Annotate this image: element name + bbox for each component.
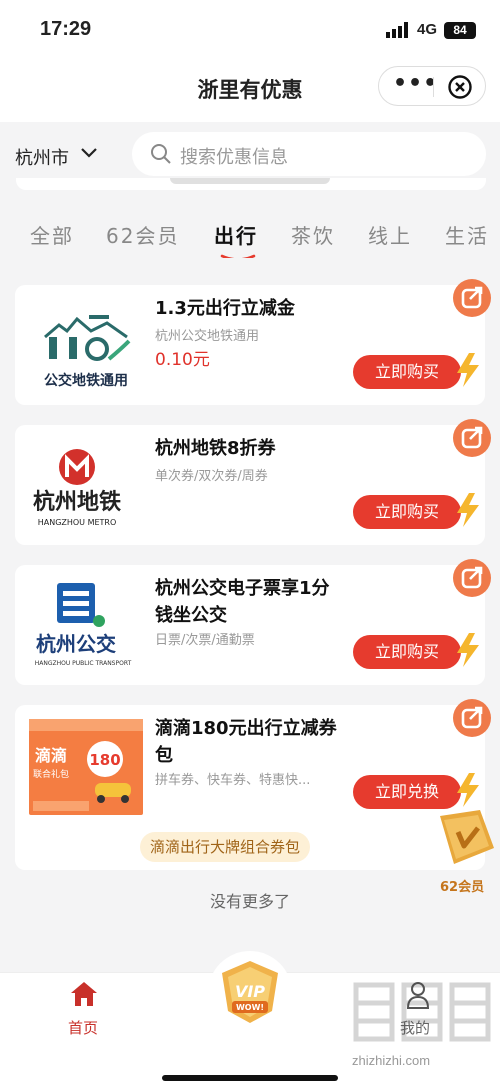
svg-text:180: 180: [89, 751, 120, 769]
no-more-text: 没有更多了: [209, 892, 290, 911]
category-tabs: 全部 62会员 出行 茶饮 线上 生活: [0, 208, 500, 258]
mini-program-capsule: •••: [378, 66, 486, 106]
tab-tea[interactable]: 茶饮: [291, 220, 335, 249]
search-placeholder: 搜索优惠信息: [180, 147, 288, 168]
search-icon: [151, 144, 171, 164]
lightning-icon: [457, 773, 479, 807]
city-selector[interactable]: 杭州市: [15, 144, 69, 170]
watermark-text: zhizhizhi.com: [352, 1053, 431, 1068]
redeem-now-button[interactable]: 立即兑换: [353, 775, 461, 809]
tab-62-member[interactable]: 62会员: [106, 220, 179, 249]
svg-text:HANGZHOU METRO: HANGZHOU METRO: [38, 518, 117, 527]
product-desc: 拼车券、快车券、特惠快...: [155, 773, 311, 788]
tab-online[interactable]: 线上: [368, 220, 412, 249]
network-label: 4G: [417, 21, 438, 38]
share-icon[interactable]: [452, 698, 492, 738]
svg-text:VIP: VIP: [235, 982, 265, 1001]
svg-text:杭州公交: 杭州公交: [36, 632, 116, 656]
bus-metro-logo: 公交地铁通用: [44, 315, 131, 389]
status-bar: 17:29 4G 84: [0, 0, 500, 62]
member-badge-icon[interactable]: [432, 808, 496, 868]
capsule-divider: [433, 77, 434, 97]
lightning-icon: [457, 353, 479, 387]
lightning-icon: [457, 493, 479, 527]
tab-life[interactable]: 生活: [445, 220, 489, 249]
more-icon[interactable]: •••: [393, 69, 437, 103]
product-card[interactable]: 杭州公交 HANGZHOU PUBLIC TRANSPORT 杭州公交电子票享1…: [15, 565, 485, 685]
coupon-bundle-tag: 滴滴出行大牌组合券包: [140, 832, 311, 862]
product-card[interactable]: 公交地铁通用 1.3元出行立减金 杭州公交地铁通用 0.10元 立即购买: [15, 285, 485, 405]
active-tab-indicator: [220, 254, 256, 258]
chevron-down-icon[interactable]: [80, 146, 98, 160]
hangzhou-bus-logo: 杭州公交 HANGZHOU PUBLIC TRANSPORT: [35, 583, 132, 667]
hangzhou-metro-logo: 杭州地铁 HANGZHOU METRO: [33, 449, 121, 527]
tab-all[interactable]: 全部: [30, 220, 74, 249]
home-indicator: [162, 1075, 338, 1081]
product-price: 0.10元: [155, 350, 210, 370]
close-icon[interactable]: [447, 74, 473, 100]
tab-home[interactable]: 首页: [68, 1017, 98, 1038]
home-icon[interactable]: [70, 981, 98, 1007]
svg-text:WOW!: WOW!: [236, 1003, 264, 1012]
nav-bar: 浙里有优惠 •••: [0, 62, 500, 122]
product-desc: 杭州公交地铁通用: [155, 329, 260, 344]
vip-icon[interactable]: VIP WOW!: [218, 959, 282, 1025]
battery-icon: 84: [444, 22, 476, 39]
product-name: 滴滴180元出行立减券包: [155, 718, 337, 766]
signal-icon: [386, 22, 408, 38]
product-name: 杭州地铁8折券: [155, 438, 276, 459]
search-input[interactable]: 搜索优惠信息: [132, 132, 486, 176]
svg-text:公交地铁通用: 公交地铁通用: [44, 372, 128, 389]
product-desc: 单次券/双次券/周券: [155, 469, 268, 484]
buy-now-button[interactable]: 立即购买: [353, 635, 461, 669]
tab-travel[interactable]: 出行: [214, 220, 258, 249]
buy-now-button[interactable]: 立即购买: [353, 495, 461, 529]
share-icon[interactable]: [452, 418, 492, 458]
lightning-icon: [457, 633, 479, 667]
product-name: 1.3元出行立减金: [155, 298, 295, 319]
svg-text:滴滴: 滴滴: [35, 746, 67, 765]
product-desc: 日票/次票/通勤票: [155, 633, 255, 648]
status-time: 17:29: [40, 18, 92, 40]
bottom-tab-bar: 首页 VIP WOW! 我的 zhizhizhi.com: [0, 951, 500, 1082]
banner-indicator: [170, 178, 330, 184]
share-icon[interactable]: [452, 278, 492, 318]
watermark-logo: [353, 982, 491, 1042]
product-name: 杭州公交电子票享1分钱坐公交: [155, 578, 330, 626]
product-card[interactable]: 杭州地铁 HANGZHOU METRO 杭州地铁8折券 单次券/双次券/周券 立…: [15, 425, 485, 545]
svg-text:HANGZHOU PUBLIC TRANSPORT: HANGZHOU PUBLIC TRANSPORT: [35, 660, 132, 667]
svg-text:杭州地铁: 杭州地铁: [33, 489, 121, 515]
didi-coupon-image: 滴滴 联合礼包 180: [29, 719, 143, 815]
buy-now-button[interactable]: 立即购买: [353, 355, 461, 389]
share-icon[interactable]: [452, 558, 492, 598]
svg-text:联合礼包: 联合礼包: [33, 768, 69, 780]
